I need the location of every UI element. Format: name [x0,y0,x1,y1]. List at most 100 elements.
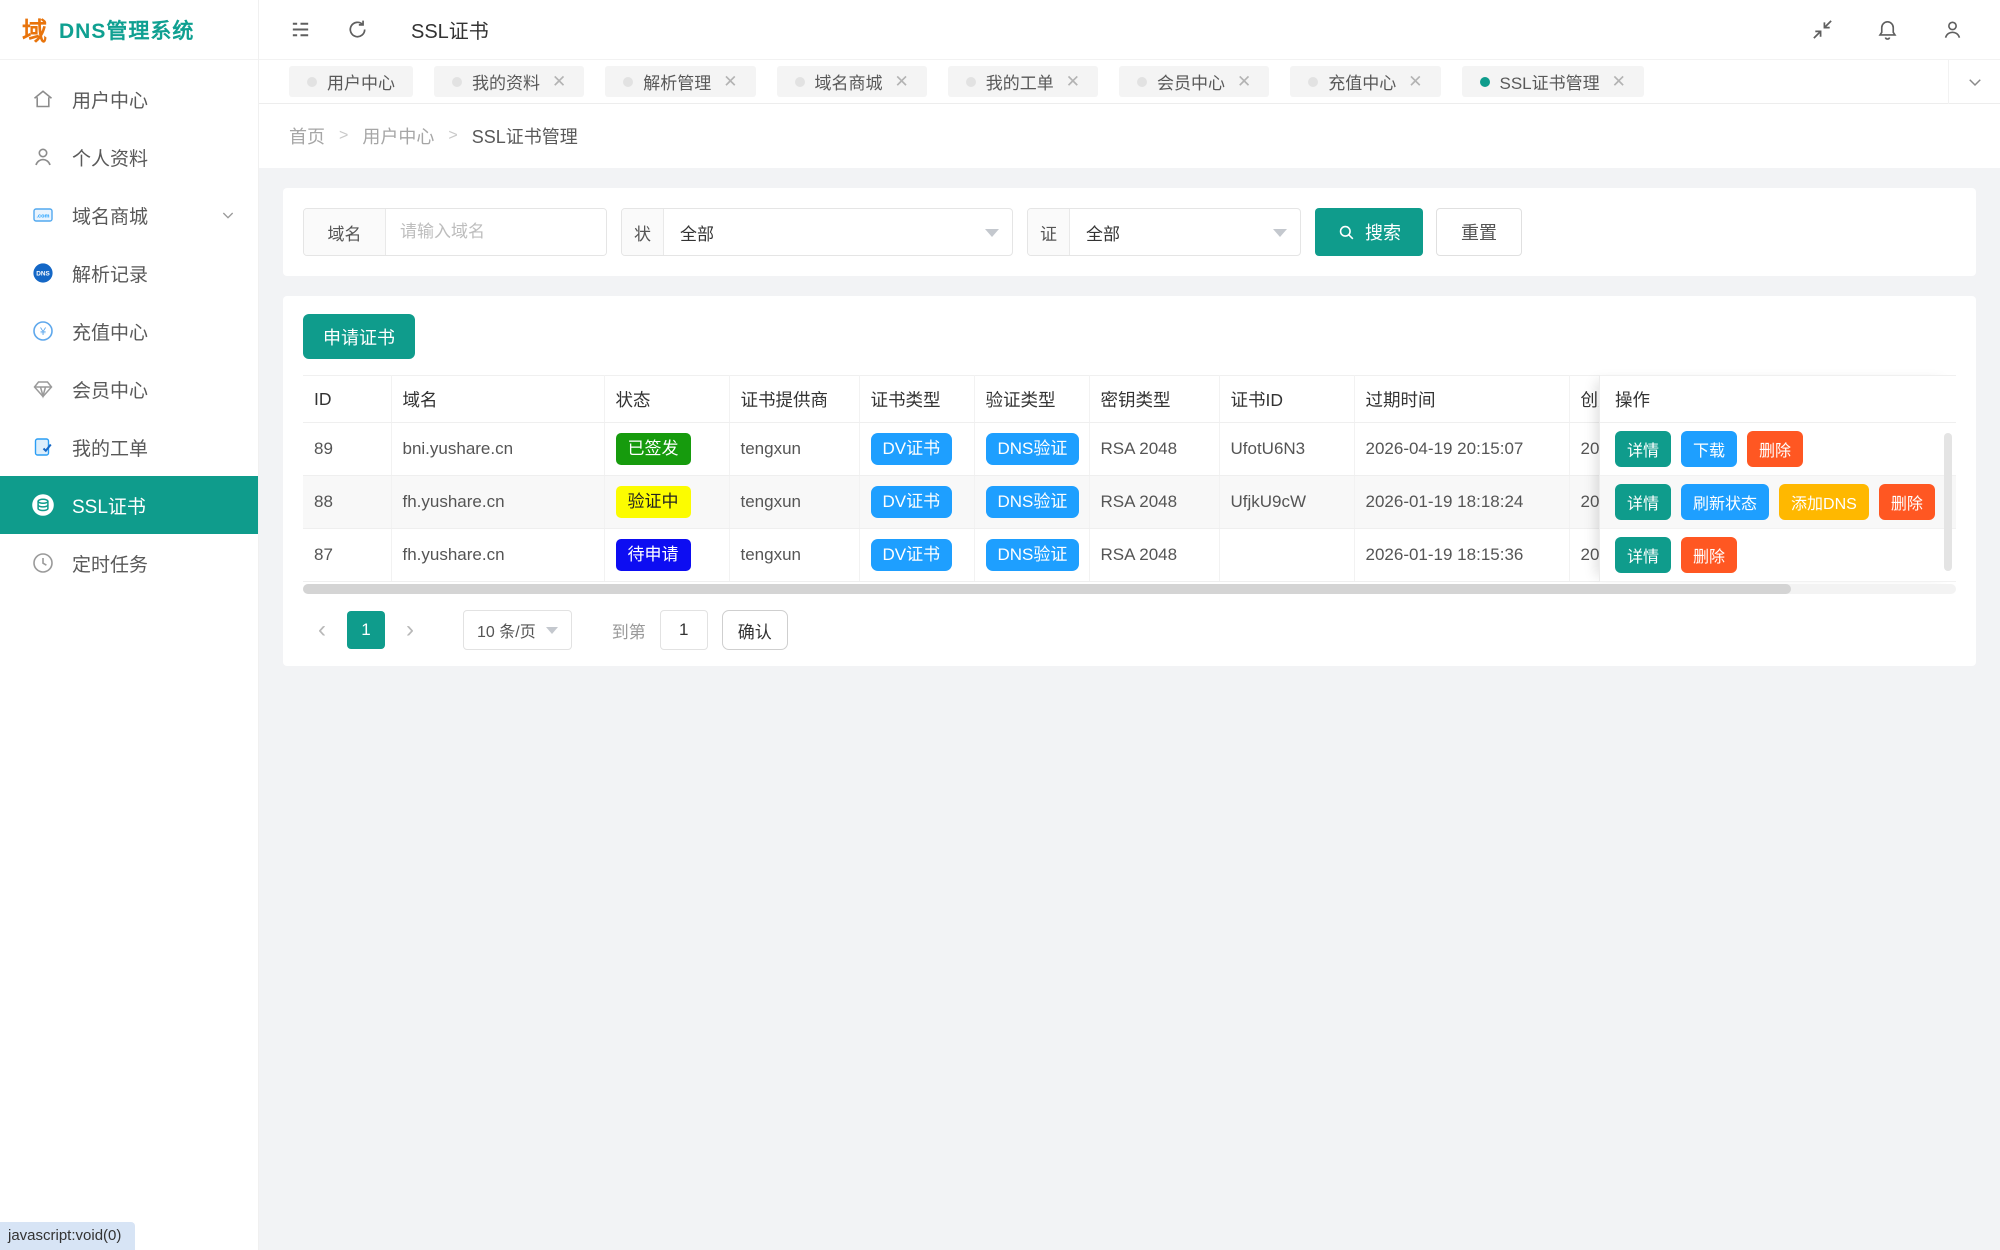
delete-button[interactable]: 删除 [1879,484,1935,520]
reset-button[interactable]: 重置 [1436,208,1522,256]
tab-domain-shop[interactable]: 域名商城✕ [777,66,927,97]
app-logo[interactable]: 域 DNS管理系统 [0,0,258,60]
tab-status-dot [1137,77,1147,87]
column-header: 域名 [391,376,604,423]
apply-cert-button[interactable]: 申请证书 [303,314,415,359]
goto-page-input[interactable] [660,610,708,650]
tab-dns-management[interactable]: 解析管理✕ [605,66,755,97]
cell-cert-id [1219,529,1354,582]
close-icon[interactable]: ✕ [1237,72,1251,92]
cell-domain: fh.yushare.cn [391,476,604,529]
add-dns-button[interactable]: 添加DNS [1779,484,1869,520]
breadcrumb-item[interactable]: 用户中心 [362,123,434,149]
tab-label: 我的资料 [472,69,540,94]
cell-provider: tengxun [729,529,859,582]
notification-bell-icon[interactable] [1876,18,1899,41]
tab-label: 充值中心 [1328,69,1396,94]
tab-recharge-center[interactable]: 充值中心 ✕ [1290,66,1440,97]
details-button[interactable]: 详情 [1615,537,1671,573]
page-size-select[interactable]: 10 条/页 [463,610,572,650]
delete-button[interactable]: 删除 [1681,537,1737,573]
details-button[interactable]: 详情 [1615,484,1671,520]
tab-vip-center[interactable]: 会员中心✕ [1119,66,1269,97]
cell-verify-type: DNS验证 [974,423,1089,476]
cell-cert-type: DV证书 [859,529,974,582]
next-page-button[interactable]: › [399,618,421,642]
horizontal-scrollbar-thumb[interactable] [303,584,1791,594]
sidebar-item-label: 域名商城 [72,202,148,229]
confirm-page-button[interactable]: 确认 [722,610,788,650]
cert-type-badge: DV证书 [871,433,953,465]
refresh-icon[interactable] [346,18,369,41]
cell-cert-type: DV证书 [859,423,974,476]
status-badge: 已签发 [616,433,691,465]
search-button[interactable]: 搜索 [1315,208,1423,256]
tab-user-center[interactable]: 用户中心 [289,66,413,97]
column-header: 证书类型 [859,376,974,423]
tab-status-dot [452,77,462,87]
tabs-dropdown-icon[interactable] [1948,60,2000,104]
sidebar-item-recharge-center[interactable]: ¥ 充值中心 [0,302,258,360]
close-icon[interactable]: ✕ [1066,72,1080,92]
row-actions: 详情刷新状态添加DNS 删除 [1600,476,1956,529]
close-icon[interactable]: ✕ [1612,72,1626,92]
status-filter-value: 全部 [664,209,730,255]
tab-my-tickets[interactable]: 我的工单✕ [948,66,1098,97]
cell-cert-type: DV证书 [859,476,974,529]
verify-type-badge: DNS验证 [986,433,1080,465]
sidebar-item-user-center[interactable]: 用户中心 [0,70,258,128]
sidebar-item-scheduled-tasks[interactable]: 定时任务 [0,534,258,592]
chevron-down-icon [220,207,236,223]
refresh-status-button[interactable]: 刷新状态 [1681,484,1769,520]
fullscreen-icon[interactable] [1811,18,1834,41]
svg-text:¥: ¥ [39,326,47,338]
cell-key-type: RSA 2048 [1089,423,1219,476]
sidebar-item-label: 我的工单 [72,434,148,461]
cell-verify-type: DNS验证 [974,529,1089,582]
sidebar-item-profile[interactable]: 个人资料 [0,128,258,186]
sidebar-item-my-tickets[interactable]: 我的工单 [0,418,258,476]
delete-button[interactable]: 删除 [1747,431,1803,467]
page-title: SSL证书 [411,15,489,44]
status-filter-select[interactable]: 状 全部 [621,208,1013,256]
sidebar-item-dns-records[interactable]: DNS解析记录 [0,244,258,302]
column-header: 状态 [604,376,729,423]
vertical-scrollbar[interactable] [1944,433,1952,571]
tab-ssl-cert-management[interactable]: SSL证书管理✕ [1462,66,1644,97]
cell-id: 88 [303,476,391,529]
operations-rows: 详情下载删除详情刷新状态添加DNS删除详情删除 [1600,423,1956,582]
verify-type-badge: DNS验证 [986,539,1080,571]
cell-status: 验证中 [604,476,729,529]
vip-icon [30,376,56,402]
prev-page-button[interactable]: ‹ [311,618,333,642]
page-number-button[interactable]: 1 [347,611,385,649]
close-icon[interactable]: ✕ [1408,72,1422,92]
chevron-down-icon [546,627,558,634]
sidebar-item-vip-center[interactable]: 会员中心 [0,360,258,418]
sidebar-item-label: 充值中心 [72,318,148,345]
dns-record-icon: DNS [30,260,56,286]
close-icon[interactable]: ✕ [552,72,566,92]
tab-status-dot [795,77,805,87]
cert-type-filter-select[interactable]: 证 全部 [1027,208,1301,256]
tab-my-profile[interactable]: 我的资料 ✕ [434,66,584,97]
column-header: 证书ID [1219,376,1354,423]
close-icon[interactable]: ✕ [723,72,737,92]
sidebar-menu: 用户中心个人资料.com域名商城DNS解析记录 ¥ 充值中心会员中心我的工单 SSL证… [0,60,258,592]
user-avatar-icon[interactable] [1941,18,1964,41]
domain-filter-input[interactable] [386,209,606,255]
pagination: ‹ 1 › 10 条/页 到第 确认 [303,610,1956,650]
breadcrumb-item[interactable]: 首页 [289,123,325,149]
sidebar-item-label: 定时任务 [72,550,148,577]
horizontal-scrollbar[interactable] [303,584,1956,594]
sidebar-item-ssl-certificates[interactable]: SSL证书 [0,476,258,534]
sidebar-item-label: 用户中心 [72,86,148,113]
sidebar-item-domain-shop[interactable]: .com域名商城 [0,186,258,244]
collapse-menu-icon[interactable] [289,18,312,41]
close-icon[interactable]: ✕ [895,72,909,92]
sidebar: 域 DNS管理系统 用户中心个人资料.com域名商城DNS解析记录 ¥ 充值中心会员… [0,0,259,1250]
clock-icon [30,550,56,576]
download-button[interactable]: 下载 [1681,431,1737,467]
details-button[interactable]: 详情 [1615,431,1671,467]
domain-filter-label: 域名 [304,209,386,255]
